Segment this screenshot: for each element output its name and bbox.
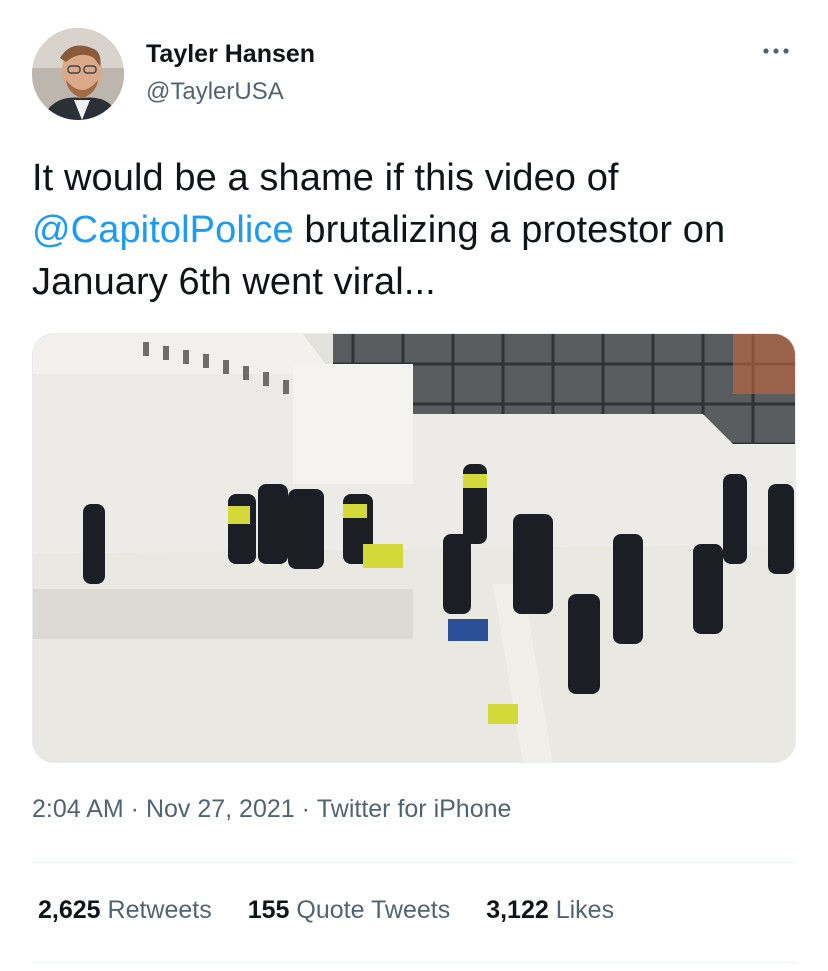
tweet-meta: 2:04 AM · Nov 27, 2021 · Twitter for iPh… xyxy=(32,795,511,824)
quotes-count: 155 xyxy=(247,896,290,924)
tweet-header: Tayler Hansen @TaylerUSA xyxy=(32,28,796,120)
retweets-label: Retweets xyxy=(100,896,212,924)
author-name[interactable]: Tayler Hansen xyxy=(146,40,315,69)
mention-link[interactable]: @CapitolPolice xyxy=(32,209,294,251)
video-frame-image xyxy=(33,334,795,762)
retweets-count: 2,625 xyxy=(38,896,101,924)
quote-tweets-stat[interactable]: 155 Quote Tweets xyxy=(248,896,450,925)
tweet-text-start: It would be a shame if this video of xyxy=(32,157,619,199)
divider-top xyxy=(32,862,796,863)
avatar-photo xyxy=(32,28,124,120)
avatar[interactable] xyxy=(32,28,124,120)
tweet-source[interactable]: Twitter for iPhone xyxy=(317,795,512,824)
tweet-date[interactable]: Nov 27, 2021 xyxy=(146,795,295,824)
meta-separator: · xyxy=(123,795,146,823)
likes-stat[interactable]: 3,122 Likes xyxy=(486,896,614,925)
quotes-label: Quote Tweets xyxy=(289,896,451,924)
likes-count: 3,122 xyxy=(486,896,549,924)
divider-bottom xyxy=(32,962,796,963)
more-options-icon[interactable] xyxy=(756,36,796,66)
tweet-stats: 2,625 Retweets 155 Quote Tweets 3,122 Li… xyxy=(38,896,614,925)
retweets-stat[interactable]: 2,625 Retweets xyxy=(38,896,212,925)
likes-label: Likes xyxy=(548,896,615,924)
video-thumbnail[interactable] xyxy=(32,333,796,763)
meta-separator-2: · xyxy=(294,795,317,823)
tweet-text: It would be a shame if this video of @Ca… xyxy=(32,152,796,308)
author-handle[interactable]: @TaylerUSA xyxy=(146,78,284,106)
tweet-time[interactable]: 2:04 AM xyxy=(32,795,124,824)
